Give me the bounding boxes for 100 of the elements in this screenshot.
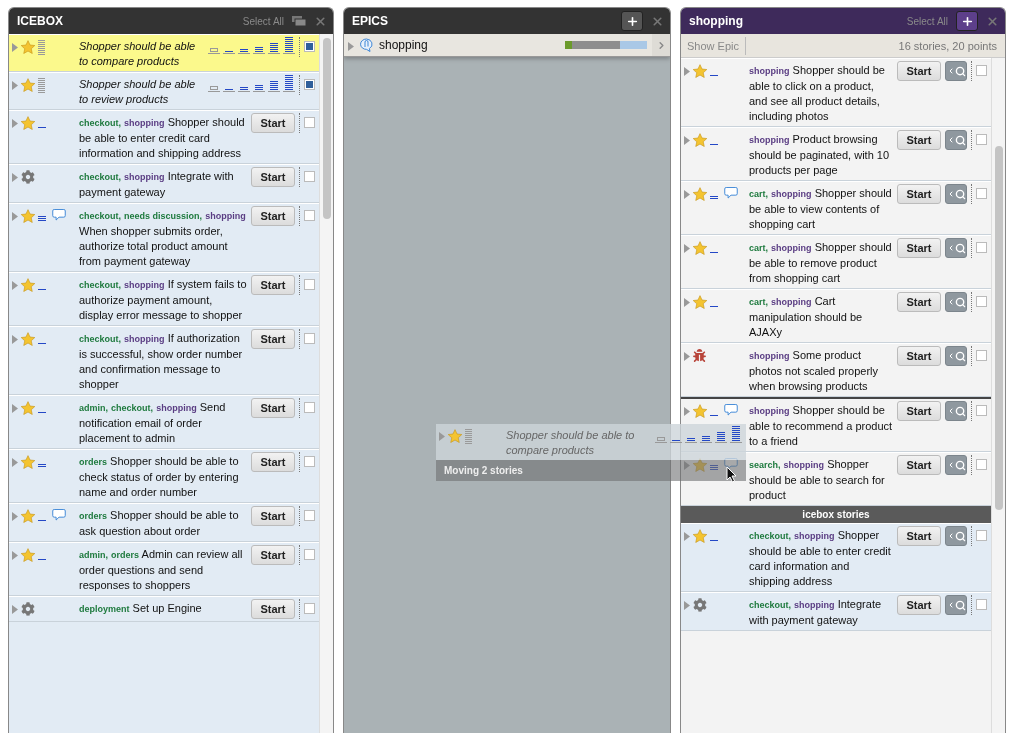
label-link[interactable]: checkout, xyxy=(79,211,121,221)
start-button[interactable]: Start xyxy=(897,455,941,475)
label-link[interactable]: checkout, xyxy=(79,118,121,128)
expand-arrow-icon[interactable] xyxy=(348,42,354,51)
story-row[interactable]: checkout, shopping Shopper should be able to enter credit card information and shipping address Start xyxy=(681,523,991,592)
expand-arrow-icon[interactable] xyxy=(684,244,690,253)
expand-arrow-icon[interactable] xyxy=(12,404,18,413)
select-checkbox[interactable] xyxy=(304,279,315,290)
label-link[interactable]: shopping xyxy=(749,406,790,416)
story-row[interactable]: shopping Shopper should be able to click on a product, and see all product details, including photos Start xyxy=(681,58,991,127)
select-all-link[interactable]: Select All xyxy=(242,15,284,27)
select-checkbox[interactable] xyxy=(976,350,987,361)
story-row[interactable]: checkout, shopping Integrate with payment gateway Start xyxy=(681,592,991,631)
story-row[interactable]: checkout, shopping If authorization is successful, show order number and confirmation message to shopper Start xyxy=(9,326,319,395)
estimate-option-icon[interactable] xyxy=(268,80,280,92)
start-button[interactable]: Start xyxy=(251,452,295,472)
start-button[interactable]: Start xyxy=(897,401,941,421)
story-row[interactable]: cart, shopping Shopper should be able to remove product from shopping cart Start xyxy=(681,235,991,289)
select-checkbox[interactable] xyxy=(976,134,987,145)
select-checkbox[interactable] xyxy=(976,599,987,610)
select-checkbox[interactable] xyxy=(976,65,987,76)
expand-arrow-icon[interactable] xyxy=(684,136,690,145)
expand-arrow-icon[interactable] xyxy=(12,605,18,614)
estimate-option-icon[interactable] xyxy=(283,75,295,92)
select-checkbox[interactable] xyxy=(304,41,315,52)
estimate-option-icon[interactable] xyxy=(715,431,727,443)
label-link[interactable]: checkout, xyxy=(79,334,121,344)
select-checkbox[interactable] xyxy=(304,603,315,614)
story-row[interactable]: checkout, needs discussion, shopping When shopper submits order, authorize total product amount from payment gateway Start xyxy=(9,203,319,272)
select-checkbox[interactable] xyxy=(976,296,987,307)
locate-button[interactable] xyxy=(945,61,967,81)
expand-arrow-icon[interactable] xyxy=(12,119,18,128)
add-button[interactable] xyxy=(621,11,643,31)
label-link[interactable]: checkout, xyxy=(111,403,154,413)
label-link[interactable]: shopping xyxy=(749,135,790,145)
story-row[interactable]: Shopper should be able to review products xyxy=(9,72,319,110)
expand-arrow-icon[interactable] xyxy=(12,43,18,52)
start-button[interactable]: Start xyxy=(897,595,941,615)
select-checkbox[interactable] xyxy=(976,405,987,416)
label-link[interactable]: deployment xyxy=(79,604,130,614)
epic-row[interactable]: shopping xyxy=(344,34,670,57)
locate-button[interactable] xyxy=(945,238,967,258)
story-row[interactable]: Shopper should be able to compare products xyxy=(9,34,319,72)
close-icon[interactable] xyxy=(651,14,664,28)
scrollbar-thumb[interactable] xyxy=(994,145,1003,511)
estimate-option-icon[interactable] xyxy=(730,426,742,443)
expand-arrow-icon[interactable] xyxy=(12,335,18,344)
label-link[interactable]: shopping xyxy=(749,66,790,76)
expand-arrow-icon[interactable] xyxy=(12,81,18,90)
close-icon[interactable] xyxy=(314,14,327,28)
start-button[interactable]: Start xyxy=(251,506,295,526)
label-link[interactable]: admin, xyxy=(79,403,108,413)
close-icon[interactable] xyxy=(986,14,999,28)
label-link[interactable]: shopping xyxy=(794,531,835,541)
select-checkbox[interactable] xyxy=(304,79,315,90)
label-link[interactable]: shopping xyxy=(783,460,825,470)
label-link[interactable]: cart, xyxy=(749,297,768,307)
story-row[interactable]: shopping Product browsing should be paginated, with 10 products per page Start xyxy=(681,127,991,181)
story-row[interactable]: orders Shopper should be able to ask question about order Start xyxy=(9,503,319,542)
expand-arrow-icon[interactable] xyxy=(684,298,690,307)
select-checkbox[interactable] xyxy=(976,188,987,199)
select-checkbox[interactable] xyxy=(304,117,315,128)
label-link[interactable]: shopping xyxy=(124,280,165,290)
label-link[interactable]: checkout, xyxy=(79,172,121,182)
select-checkbox[interactable] xyxy=(304,171,315,182)
start-button[interactable]: Start xyxy=(897,61,941,81)
story-row[interactable]: checkout, shopping Integrate with payment gateway Start xyxy=(9,164,319,203)
select-checkbox[interactable] xyxy=(304,510,315,521)
locate-button[interactable] xyxy=(945,455,967,475)
add-button[interactable] xyxy=(956,11,978,31)
start-button[interactable]: Start xyxy=(897,292,941,312)
label-link[interactable]: admin, xyxy=(79,550,108,560)
start-button[interactable]: Start xyxy=(897,184,941,204)
expand-arrow-icon[interactable] xyxy=(684,352,690,361)
select-checkbox[interactable] xyxy=(976,530,987,541)
story-row[interactable]: admin, orders Admin can review all order questions and send responses to shoppers Start xyxy=(9,542,319,596)
select-checkbox[interactable] xyxy=(976,459,987,470)
select-checkbox[interactable] xyxy=(304,402,315,413)
label-link[interactable]: shopping xyxy=(156,403,197,413)
locate-button[interactable] xyxy=(945,292,967,312)
story-row[interactable]: deployment Set up Engine Start xyxy=(9,596,319,622)
start-button[interactable]: Start xyxy=(251,599,295,619)
expand-arrow-icon[interactable] xyxy=(439,432,445,441)
expand-arrow-icon[interactable] xyxy=(12,173,18,182)
expand-arrow-icon[interactable] xyxy=(12,212,18,221)
label-link[interactable]: orders xyxy=(111,550,140,560)
label-link[interactable]: shopping xyxy=(124,172,165,182)
label-link[interactable]: cart, xyxy=(749,243,768,253)
story-row[interactable]: checkout, shopping If system fails to authorize payment amount, display error message to shopper Start xyxy=(9,272,319,326)
label-link[interactable]: needs discussion, xyxy=(124,211,203,221)
label-link[interactable]: shopping xyxy=(771,243,812,253)
start-button[interactable]: Start xyxy=(251,398,295,418)
select-all-link[interactable]: Select All xyxy=(906,15,948,27)
scrollbar-thumb[interactable] xyxy=(322,37,331,220)
collapse-icon[interactable] xyxy=(292,16,306,26)
start-button[interactable]: Start xyxy=(897,526,941,546)
select-checkbox[interactable] xyxy=(976,242,987,253)
select-checkbox[interactable] xyxy=(304,333,315,344)
locate-button[interactable] xyxy=(945,595,967,615)
expand-arrow-icon[interactable] xyxy=(12,281,18,290)
